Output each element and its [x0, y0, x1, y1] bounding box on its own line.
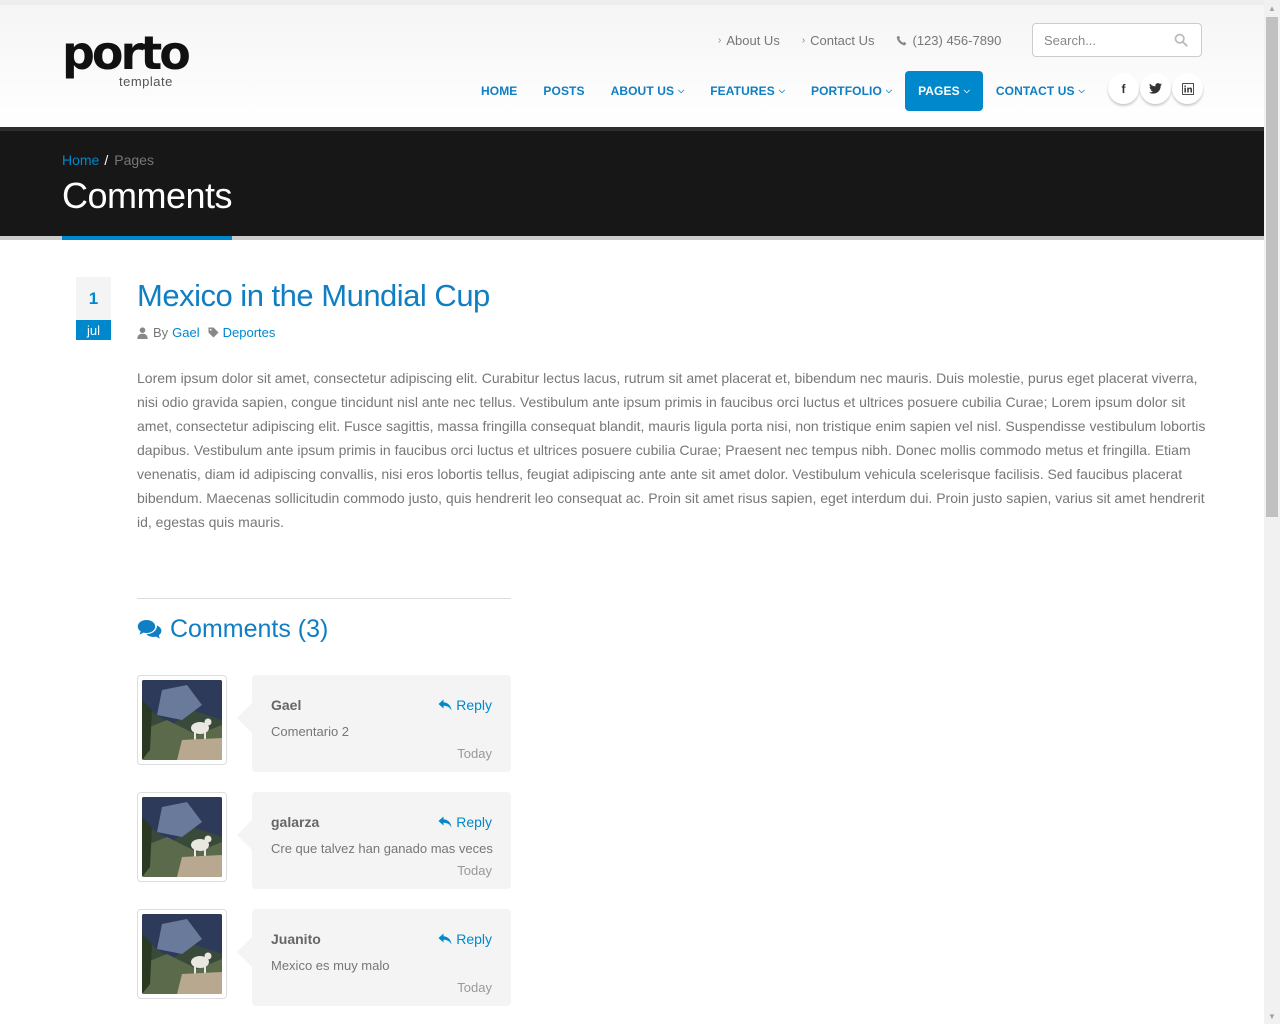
nav-label: POSTS [543, 84, 585, 98]
breadcrumb-current: Pages [114, 152, 154, 168]
reply-icon [438, 933, 452, 945]
reply-label: Reply [456, 697, 492, 713]
post-date-month: jul [76, 320, 111, 340]
top-link-about[interactable]: › About Us [718, 33, 780, 48]
page-header-accent [62, 236, 232, 240]
comment-date: Today [457, 980, 492, 995]
comment-text: Cre que talvez han ganado mas veces [271, 841, 493, 856]
social-glyph: f [1121, 81, 1126, 96]
nav-posts[interactable]: POSTS [530, 71, 597, 111]
avatar [137, 675, 227, 765]
chevron-down-icon: ⌵ [963, 86, 970, 95]
chevron-right-icon: › [801, 35, 806, 46]
linkedin-icon[interactable] [1172, 73, 1203, 104]
post-by-label: By [153, 325, 169, 340]
comment-bubble: Gael Reply Comentario 2 Today [237, 675, 511, 772]
reply-button[interactable]: Reply [438, 814, 492, 830]
main-nav: HOME POSTS ABOUT US ⌵ FEATURES ⌵ PORTFOLIO… [468, 71, 1098, 111]
phone-number: (123) 456-7890 [912, 33, 1002, 48]
nav-pages[interactable]: PAGES ⌵ [905, 71, 983, 111]
nav-label: CONTACT US [995, 84, 1075, 98]
chevron-down-icon: ⌵ [885, 86, 893, 95]
breadcrumb-separator: / [104, 152, 109, 168]
reply-button[interactable]: Reply [438, 697, 492, 713]
breadcrumb: Home / Pages [62, 152, 154, 168]
search-box [1032, 23, 1202, 57]
comments-icon [137, 620, 162, 639]
comments-heading: Comments (3) [137, 615, 328, 644]
post-author-link[interactable]: Gael [172, 325, 199, 340]
nav-label: PORTFOLIO [811, 84, 882, 98]
linkedin-glyph-icon [1181, 82, 1194, 95]
post-date-day: 1 [76, 277, 111, 320]
top-link-label: Contact Us [810, 33, 875, 48]
top-link-phone: (123) 456-7890 [896, 33, 1001, 48]
post-title[interactable]: Mexico in the Mundial Cup [137, 278, 490, 314]
comment-date: Today [457, 863, 492, 878]
reply-icon [438, 699, 452, 711]
page-title: Comments [62, 175, 233, 216]
page-scrollbar[interactable]: ▲ ▼ [1264, 0, 1280, 1024]
comment-text: Mexico es muy malo [271, 958, 390, 973]
nav-home[interactable]: HOME [468, 71, 530, 111]
nav-label: FEATURES [710, 84, 775, 98]
reply-label: Reply [456, 931, 492, 947]
avatar [137, 792, 227, 882]
nav-features[interactable]: FEATURES ⌵ [697, 71, 798, 111]
nav-contact-us[interactable]: CONTACT US ⌵ [983, 71, 1098, 111]
comment-author: galarza [271, 814, 320, 830]
nav-portfolio[interactable]: PORTFOLIO ⌵ [798, 71, 905, 111]
comment-author: Juanito [271, 931, 321, 947]
top-link-label: About Us [726, 33, 780, 48]
comment-author: Gael [271, 697, 302, 713]
chevron-down-icon: ⌵ [678, 86, 685, 95]
nav-label: HOME [481, 84, 518, 98]
chevron-down-icon: ⌵ [778, 86, 785, 95]
scrollbar-thumb[interactable] [1266, 17, 1278, 517]
social-icons: f [1108, 73, 1203, 104]
nav-label: ABOUT US [610, 84, 675, 98]
search-input[interactable] [1033, 24, 1163, 56]
logo-wordmark: porto [62, 26, 191, 80]
comment-bubble: galarza Reply Cre que talvez han ganado … [237, 792, 511, 889]
tag-icon [208, 327, 219, 338]
twitter-icon[interactable] [1140, 73, 1171, 104]
reply-icon [438, 816, 452, 828]
avatar-image [142, 680, 222, 760]
nav-about-us[interactable]: ABOUT US ⌵ [598, 71, 698, 111]
search-icon[interactable] [1174, 33, 1188, 47]
comment-text: Comentario 2 [271, 724, 350, 739]
chevron-down-icon: ⌵ [1078, 86, 1085, 95]
comment-bubble: Juanito Reply Mexico es muy malo Today [237, 909, 511, 1006]
post-category-link[interactable]: Deportes [223, 325, 276, 340]
site-logo[interactable]: porto template [62, 26, 191, 89]
user-icon [137, 326, 148, 339]
comment-item: galarza Reply Cre que talvez han ganado … [137, 792, 511, 889]
comments-divider [137, 598, 511, 599]
post-date: 1 jul [76, 277, 111, 340]
post-body: Lorem ipsum dolor sit amet, consectetur … [137, 370, 1206, 530]
avatar-image [142, 797, 222, 877]
top-link-contact[interactable]: › Contact Us [802, 33, 875, 48]
header-top-links: › About Us › Contact Us (123) 456-7890 [718, 33, 1023, 48]
avatar [137, 909, 227, 999]
reply-label: Reply [456, 814, 492, 830]
chevron-right-icon: › [718, 35, 722, 46]
comments-title: Comments (3) [170, 615, 329, 643]
twitter-bird-icon [1149, 83, 1162, 94]
nav-label: PAGES [918, 84, 960, 98]
scroll-down-arrow-icon[interactable]: ▼ [1264, 1008, 1280, 1024]
phone-icon [897, 35, 907, 46]
breadcrumb-home[interactable]: Home [62, 152, 99, 168]
logo-subtitle: template [119, 74, 173, 89]
post-meta: By Gael Deportes [137, 325, 275, 340]
reply-button[interactable]: Reply [438, 931, 492, 947]
facebook-icon[interactable]: f [1108, 73, 1139, 104]
comment-item: Gael Reply Comentario 2 Today [137, 675, 511, 772]
avatar-image [142, 914, 222, 994]
comment-date: Today [457, 746, 492, 761]
comment-item: Juanito Reply Mexico es muy malo Today [137, 909, 511, 1006]
scroll-up-arrow-icon[interactable]: ▲ [1264, 0, 1280, 16]
